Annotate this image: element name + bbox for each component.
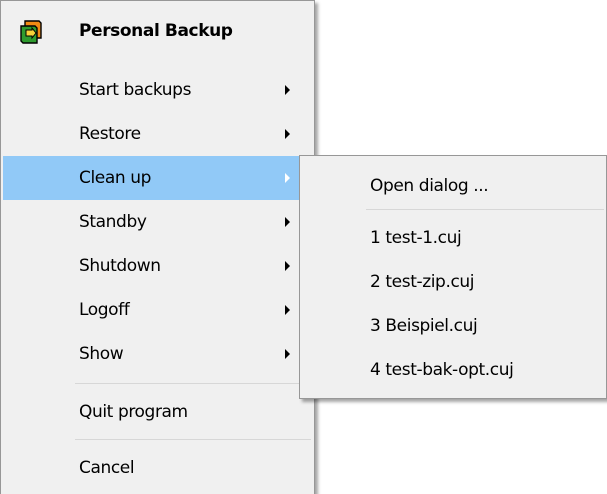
menu-item-label: Cancel <box>79 458 135 478</box>
submenu-item-label: 3 Beispiel.cuj <box>370 316 478 336</box>
menu-item-label: Clean up <box>79 168 152 188</box>
menu-item-logoff[interactable]: Logoff <box>3 288 312 332</box>
submenu-item-recent-file[interactable]: 3 Beispiel.cuj <box>302 304 604 348</box>
menu-item-label: Quit program <box>79 402 188 422</box>
menu-item-label: Restore <box>79 124 141 144</box>
menu-item-clean-up[interactable]: Clean up <box>3 156 312 200</box>
menu-item-label: Standby <box>79 212 147 232</box>
menu-item-label: Show <box>79 344 124 364</box>
submenu-arrow-icon <box>285 129 290 139</box>
menu-item-quit-program[interactable]: Quit program <box>3 390 312 434</box>
submenu-item-recent-file[interactable]: 4 test-bak-opt.cuj <box>302 348 604 392</box>
menu-item-restore[interactable]: Restore <box>3 112 312 156</box>
menu-separator <box>75 439 311 440</box>
menu-item-start-backups[interactable]: Start backups <box>3 68 312 112</box>
submenu-arrow-icon <box>285 305 290 315</box>
submenu-item-label: 4 test-bak-opt.cuj <box>370 360 514 380</box>
submenu-arrow-icon <box>285 173 290 183</box>
menu-item-standby[interactable]: Standby <box>3 200 312 244</box>
menu-item-shutdown[interactable]: Shutdown <box>3 244 312 288</box>
menu-item-label: Start backups <box>79 80 192 100</box>
personal-backup-app-icon <box>19 18 43 44</box>
submenu-arrow-icon <box>285 349 290 359</box>
menu-item-label: Logoff <box>79 300 130 320</box>
submenu-arrow-icon <box>285 261 290 271</box>
submenu-item-open-dialog[interactable]: Open dialog ... <box>302 164 604 208</box>
menu-header-title: Personal Backup <box>79 21 233 41</box>
context-menu: Personal Backup Start backups Restore Cl… <box>0 0 315 494</box>
menu-item-label: Shutdown <box>79 256 161 276</box>
submenu-arrow-icon <box>285 85 290 95</box>
menu-item-show[interactable]: Show <box>3 332 312 376</box>
submenu-separator <box>366 209 604 210</box>
menu-item-cancel[interactable]: Cancel <box>3 446 312 490</box>
submenu-item-label: 2 test-zip.cuj <box>370 272 475 292</box>
submenu-item-recent-file[interactable]: 1 test-1.cuj <box>302 216 604 260</box>
menu-separator <box>75 383 311 384</box>
clean-up-submenu: Open dialog ... 1 test-1.cuj 2 test-zip.… <box>299 155 607 399</box>
submenu-item-label: 1 test-1.cuj <box>370 228 462 248</box>
desktop-area: Personal Backup Start backups Restore Cl… <box>0 0 607 494</box>
submenu-item-recent-file[interactable]: 2 test-zip.cuj <box>302 260 604 304</box>
submenu-arrow-icon <box>285 217 290 227</box>
menu-header: Personal Backup <box>1 9 314 53</box>
submenu-item-label: Open dialog ... <box>370 176 489 196</box>
